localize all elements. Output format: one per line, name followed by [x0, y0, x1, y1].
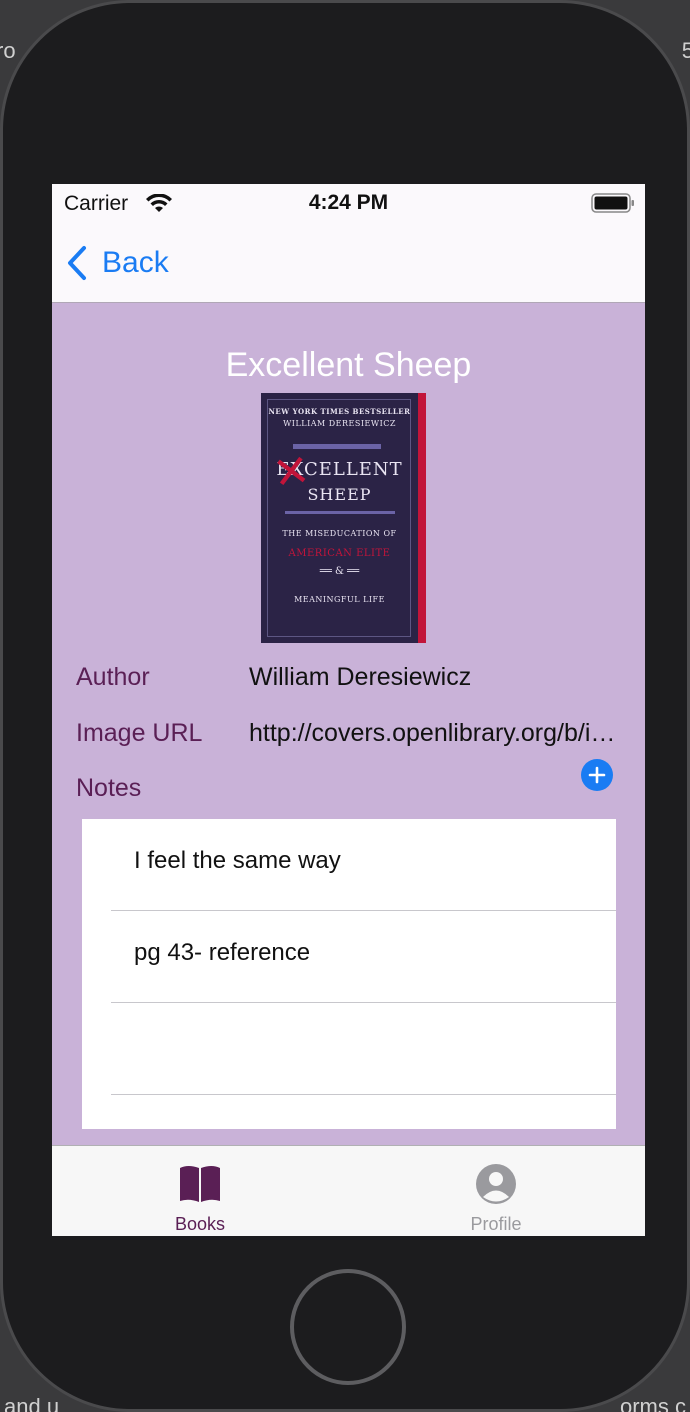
tab-bar: Books Profile — [52, 1145, 645, 1236]
row-separator — [111, 1094, 616, 1095]
back-button[interactable]: Back — [66, 241, 169, 285]
author-label: Author — [76, 663, 150, 691]
cover-author-text: WILLIAM DERESIEWICZ — [283, 419, 396, 428]
chevron-left-icon — [68, 246, 86, 280]
tab-profile[interactable]: Profile — [348, 1146, 644, 1236]
author-value: William Deresiewicz — [249, 663, 472, 691]
note-row[interactable]: I feel the same way — [82, 819, 616, 911]
book-title: Excellent Sheep — [225, 346, 472, 384]
note-row[interactable] — [82, 1096, 616, 1129]
battery-icon — [591, 193, 634, 213]
note-row[interactable] — [82, 1003, 616, 1095]
tab-books-label: Books — [174, 1214, 226, 1234]
app-screen: Carrier 4:24 PM Back Excellent Sheep NEW… — [52, 184, 645, 1236]
background-text: orms c — [620, 1394, 686, 1412]
book-icon — [180, 1166, 220, 1202]
note-row[interactable]: pg 43- reference — [82, 911, 616, 1003]
navigation-bar: Back — [52, 224, 645, 303]
device-frame: Carrier 4:24 PM Back Excellent Sheep NEW… — [0, 0, 690, 1412]
home-button[interactable] — [290, 1269, 406, 1385]
cover-bestseller-text: NEW YORK TIMES BESTSELLER — [268, 407, 411, 416]
background-text: 5 — [681, 38, 690, 63]
user-icon — [476, 1164, 516, 1204]
background-text: and u — [4, 1394, 60, 1412]
plus-icon — [588, 766, 606, 784]
cover-subtitle-text: MEANINGFUL LIFE — [294, 595, 385, 604]
status-bar: Carrier 4:24 PM — [52, 184, 645, 224]
tab-profile-label: Profile — [470, 1214, 522, 1234]
notes-label: Notes — [76, 774, 142, 802]
cover-subtitle-text: THE MISEDUCATION OF — [282, 529, 397, 538]
clock: 4:24 PM — [308, 191, 389, 214]
add-note-button[interactable] — [581, 759, 613, 791]
note-text: I feel the same way — [134, 847, 341, 874]
cover-ampersand-text: ══ & ══ — [319, 566, 360, 577]
tab-books[interactable]: Books — [52, 1146, 348, 1236]
image-url-label: Image URL — [76, 719, 203, 747]
note-text: pg 43- reference — [134, 939, 311, 966]
cover-band — [285, 511, 395, 514]
cover-title-sheep: SHEEP — [307, 485, 372, 504]
back-label: Back — [102, 246, 169, 279]
book-cover-image: NEW YORK TIMES BESTSELLER WILLIAM DERESI… — [261, 393, 426, 643]
notes-list[interactable]: I feel the same way pg 43- reference — [82, 819, 616, 1129]
image-url-value: http://covers.openlibrary.org/b/id/87391… — [249, 719, 619, 747]
cover-subtitle-text: AMERICAN ELITE — [288, 548, 391, 559]
background-text: ro — [0, 38, 16, 63]
cover-stripe — [418, 393, 426, 643]
